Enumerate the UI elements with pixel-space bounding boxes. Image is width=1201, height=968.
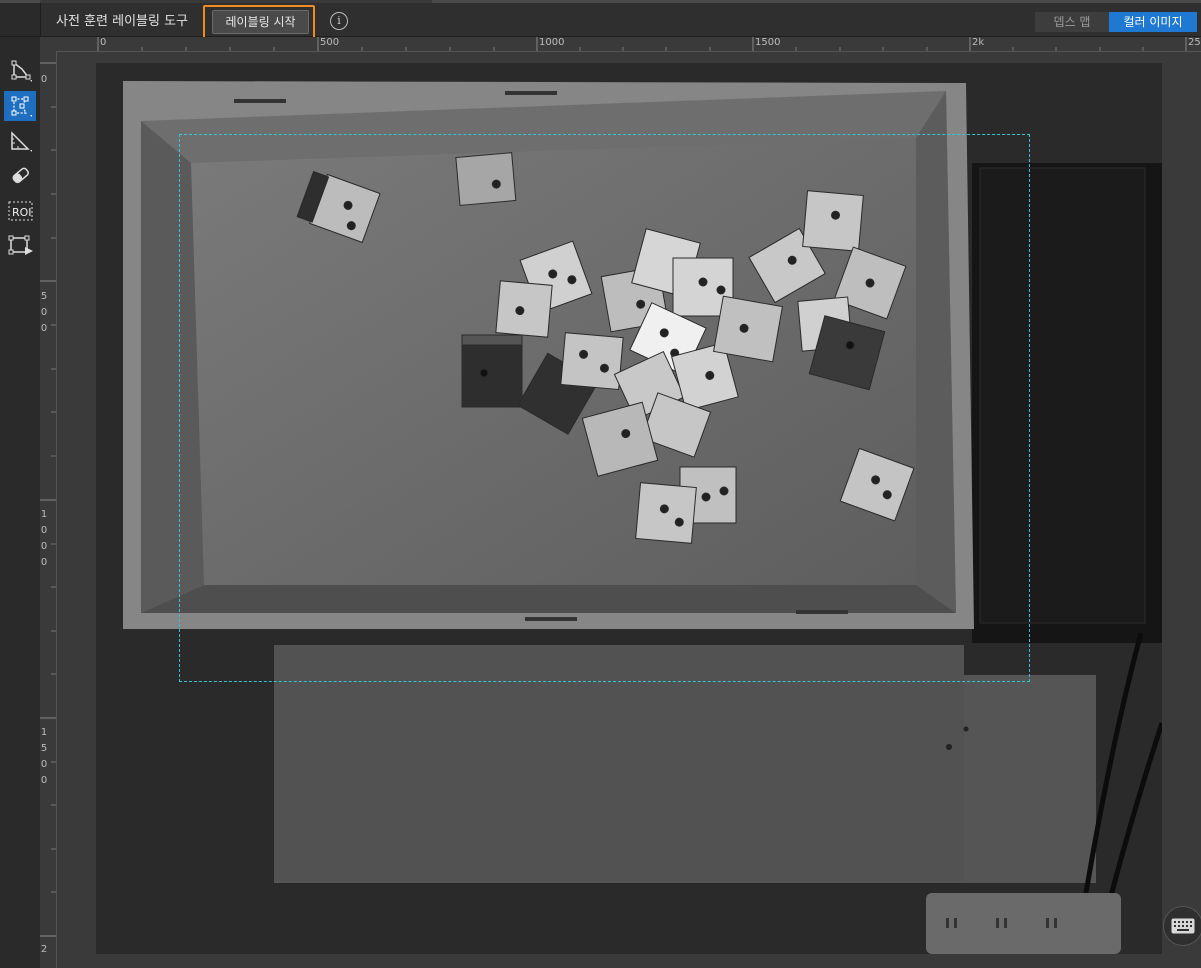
keyboard-icon [1171, 918, 1195, 934]
h-ruler-label: 0 [100, 37, 107, 48]
v-ruler-label: 0 [40, 775, 48, 786]
h-ruler-label: 1000 [539, 37, 565, 48]
v-ruler-label: 1 [40, 727, 48, 738]
v-ruler-label: 5 [40, 291, 48, 302]
vertical-ruler: 0 5 0 0 1 0 0 0 1 5 0 0 2 [40, 51, 57, 968]
eraser-tool-icon [12, 167, 29, 184]
h-ruler-label: 500 [320, 37, 340, 48]
v-ruler-label: 5 [40, 743, 48, 754]
polygon-tool-icon [11, 60, 32, 82]
h-ruler-label: 1500 [755, 37, 781, 48]
color-image-tab[interactable]: 컬러 이미지 [1109, 12, 1197, 32]
h-ruler-label: 2k [972, 37, 985, 48]
view-mode-toggle: 뎁스 맵 컬러 이미지 [1035, 12, 1197, 32]
ruler-corner-tool-button[interactable] [4, 126, 36, 156]
toolbar-corner [0, 3, 41, 36]
v-ruler-label: 0 [40, 557, 48, 568]
keyboard-shortcuts-button[interactable] [1163, 906, 1201, 946]
v-ruler-label: 1 [40, 509, 48, 520]
roi-tool-button[interactable]: ROI [4, 196, 36, 226]
roi-tool-icon: ROI [8, 201, 33, 221]
v-ruler-label: 2 [40, 944, 48, 955]
v-ruler-label: 0 [40, 541, 48, 552]
v-ruler-label: 0 [40, 759, 48, 770]
v-ruler-label: 0 [40, 525, 48, 536]
camera-image [96, 63, 1162, 954]
horizontal-ruler: 0 500 1000 1500 2k 25 [40, 37, 1201, 52]
h-ruler-label: 25 [1188, 37, 1201, 48]
depth-map-tab[interactable]: 뎁스 맵 [1035, 12, 1109, 32]
v-ruler-label: 0 [40, 74, 48, 85]
keypoint-polygon-tool-button[interactable] [4, 91, 36, 121]
ruler-corner-tool-icon [11, 131, 32, 152]
frame-play-tool-icon [8, 235, 33, 255]
v-ruler-label: 0 [40, 323, 48, 334]
polygon-tool-button[interactable] [4, 56, 36, 86]
roi-tool-label: ROI [12, 206, 32, 219]
eraser-tool-button[interactable] [4, 161, 36, 191]
frame-play-tool-button[interactable] [4, 231, 36, 261]
image-canvas[interactable] [57, 52, 1201, 968]
keypoint-polygon-tool-icon [11, 96, 32, 117]
tool-title: 사전 훈련 레이블링 도구 [56, 14, 188, 29]
ruler-ticks [97, 37, 1187, 51]
v-ruler-label: 0 [40, 307, 48, 318]
start-labeling-button[interactable]: 레이블링 시작 [212, 10, 309, 34]
left-tool-panel: ROI [0, 37, 41, 968]
top-toolbar: 사전 훈련 레이블링 도구 레이블링 시작 i 뎁스 맵 컬러 이미지 [0, 3, 1201, 39]
info-icon[interactable]: i [330, 12, 348, 30]
